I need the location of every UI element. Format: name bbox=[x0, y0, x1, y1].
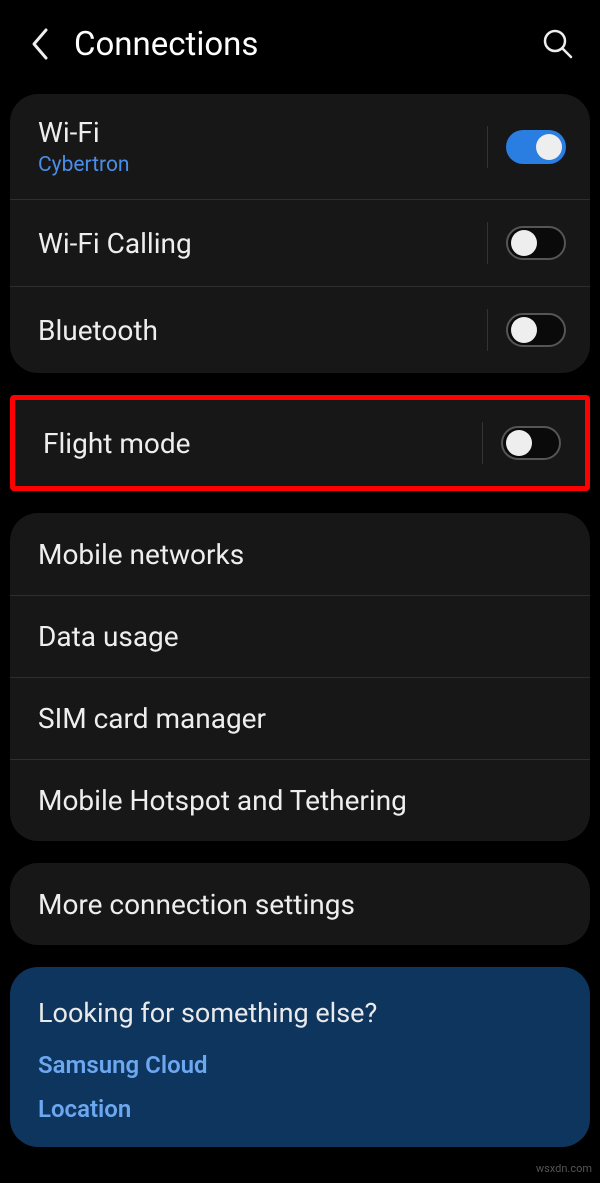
wifi-calling-label: Wi-Fi Calling bbox=[38, 227, 487, 260]
search-button[interactable] bbox=[536, 22, 580, 66]
chevron-left-icon bbox=[29, 27, 51, 61]
more-connection-label: More connection settings bbox=[38, 888, 566, 921]
flight-mode-toggle[interactable] bbox=[501, 426, 561, 460]
related-settings-card: Looking for something else? Samsung Clou… bbox=[10, 967, 590, 1147]
divider bbox=[487, 126, 488, 168]
setting-bluetooth[interactable]: Bluetooth bbox=[10, 286, 590, 373]
flight-mode-highlight: Flight mode bbox=[10, 395, 590, 491]
header: Connections bbox=[0, 0, 600, 94]
connections-group-1: Wi-Fi Cybertron Wi-Fi Calling Bluetooth bbox=[10, 94, 590, 373]
setting-sim-card-manager[interactable]: SIM card manager bbox=[10, 677, 590, 759]
divider bbox=[482, 422, 483, 464]
sim-card-manager-label: SIM card manager bbox=[38, 702, 566, 735]
wifi-network-name: Cybertron bbox=[38, 153, 487, 177]
search-icon bbox=[542, 28, 574, 60]
data-usage-label: Data usage bbox=[38, 620, 566, 653]
wifi-toggle[interactable] bbox=[506, 130, 566, 164]
back-button[interactable] bbox=[18, 22, 62, 66]
setting-flight-mode[interactable]: Flight mode bbox=[15, 400, 585, 486]
flight-mode-label: Flight mode bbox=[43, 427, 482, 460]
setting-more-connection[interactable]: More connection settings bbox=[10, 863, 590, 945]
setting-wifi[interactable]: Wi-Fi Cybertron bbox=[10, 94, 590, 199]
link-location[interactable]: Location bbox=[38, 1095, 562, 1123]
watermark: wsxdn.com bbox=[536, 1162, 592, 1175]
setting-mobile-networks[interactable]: Mobile networks bbox=[10, 513, 590, 595]
connections-group-2: Mobile networks Data usage SIM card mana… bbox=[10, 513, 590, 841]
setting-mobile-hotspot[interactable]: Mobile Hotspot and Tethering bbox=[10, 759, 590, 841]
wifi-label: Wi-Fi bbox=[38, 116, 487, 149]
related-title: Looking for something else? bbox=[38, 997, 562, 1029]
page-title: Connections bbox=[74, 25, 536, 64]
setting-data-usage[interactable]: Data usage bbox=[10, 595, 590, 677]
mobile-hotspot-label: Mobile Hotspot and Tethering bbox=[38, 784, 566, 817]
link-samsung-cloud[interactable]: Samsung Cloud bbox=[38, 1051, 562, 1079]
connections-group-3: More connection settings bbox=[10, 863, 590, 945]
wifi-calling-toggle[interactable] bbox=[506, 226, 566, 260]
divider bbox=[487, 309, 488, 351]
bluetooth-label: Bluetooth bbox=[38, 314, 487, 347]
mobile-networks-label: Mobile networks bbox=[38, 538, 566, 571]
bluetooth-toggle[interactable] bbox=[506, 313, 566, 347]
setting-wifi-calling[interactable]: Wi-Fi Calling bbox=[10, 199, 590, 286]
divider bbox=[487, 222, 488, 264]
